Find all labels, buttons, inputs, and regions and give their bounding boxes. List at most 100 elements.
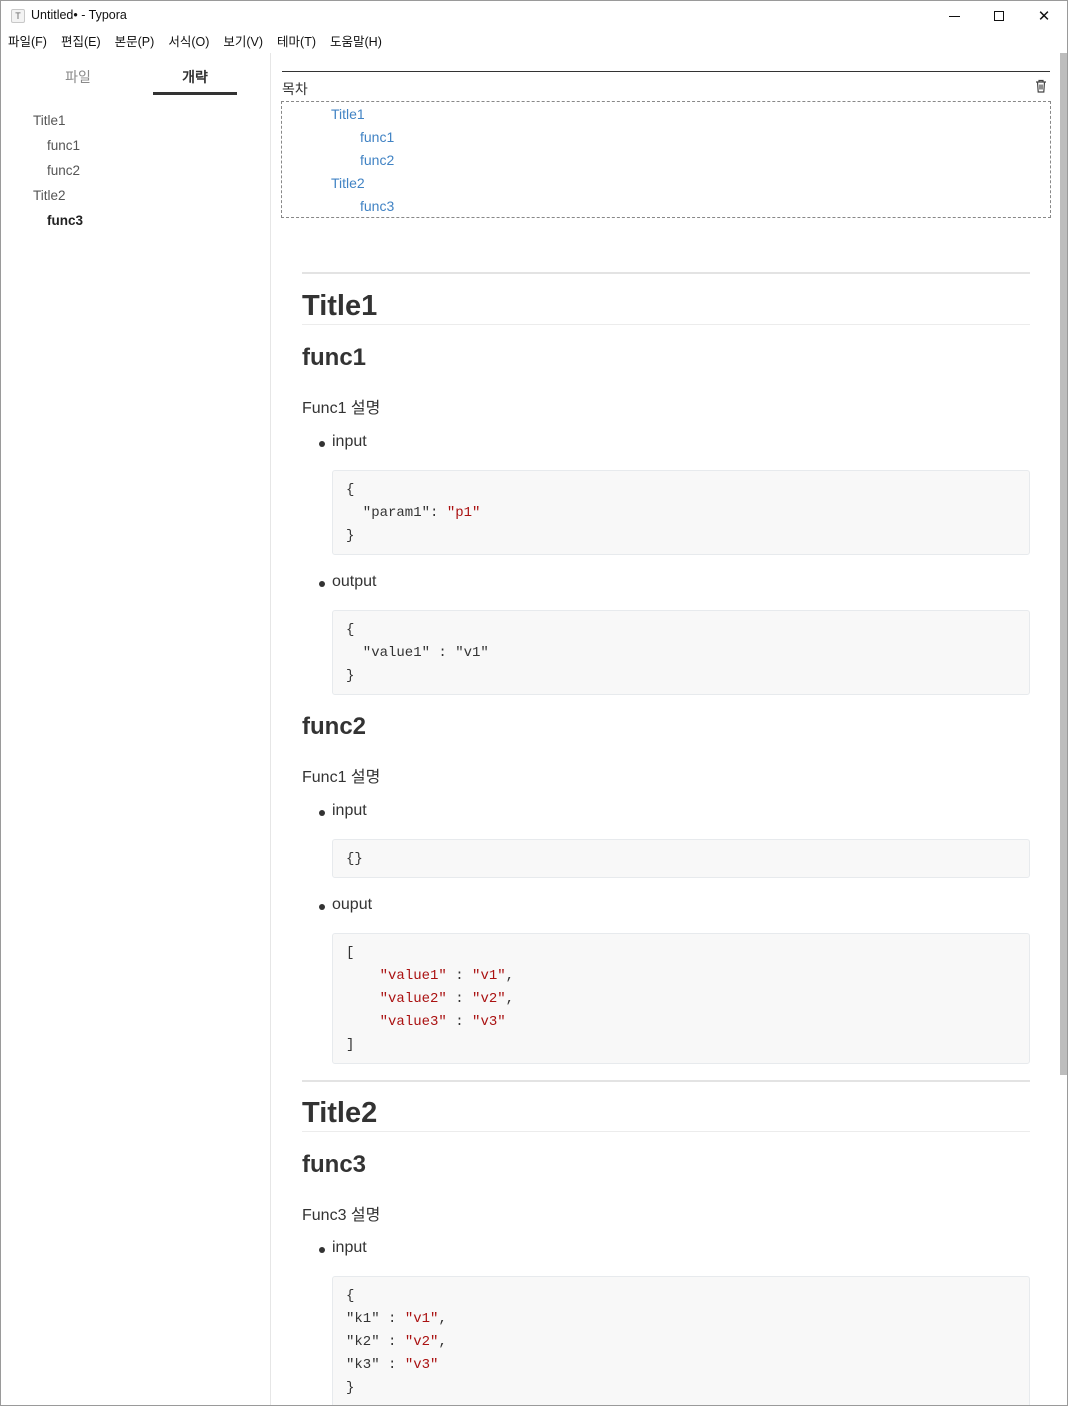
typora-app-icon: T bbox=[11, 9, 25, 23]
code-string: "p1" bbox=[446, 505, 481, 521]
tab-files[interactable]: 파일 bbox=[36, 67, 120, 87]
code-line: "value1" : "v1" bbox=[346, 645, 489, 661]
title-bar: T Untitled• - Typora ✕ bbox=[1, 1, 1067, 31]
tab-outline[interactable]: 개략 bbox=[153, 67, 237, 87]
toc-link-func2[interactable]: func2 bbox=[360, 152, 394, 168]
code-key: "param1" bbox=[346, 505, 431, 521]
code-sep: : bbox=[446, 1014, 473, 1030]
toc-link-func1[interactable]: func1 bbox=[360, 129, 394, 145]
maximize-icon bbox=[994, 11, 1004, 21]
code-line: { bbox=[346, 1288, 355, 1304]
menu-help[interactable]: 도움말(H) bbox=[323, 31, 389, 53]
code-string: "value3" bbox=[379, 1014, 447, 1030]
list-item-input: input bbox=[319, 433, 367, 451]
code-block-func3-input[interactable]: { "k1" : "v1", "k2" : "v2", "k3" : "v3" … bbox=[332, 1276, 1030, 1405]
code-line: } bbox=[346, 668, 355, 684]
code-sep: : bbox=[430, 505, 447, 521]
list-item-label: input bbox=[332, 802, 367, 819]
code-sep: : bbox=[446, 991, 473, 1007]
paragraph-func1-desc: Func1 설명 bbox=[302, 400, 381, 417]
bullet-icon bbox=[319, 810, 325, 816]
code-block-func2-input[interactable]: {} bbox=[332, 839, 1030, 878]
list-item-label: input bbox=[332, 433, 367, 450]
code-line: } bbox=[346, 528, 355, 544]
paragraph-func3-desc: Func3 설명 bbox=[302, 1207, 381, 1224]
outline-item-func1[interactable]: func1 bbox=[47, 138, 80, 153]
window-title: Untitled• - Typora bbox=[31, 8, 127, 22]
bullet-icon bbox=[319, 581, 325, 587]
code-sep: : bbox=[379, 1357, 405, 1373]
toc-box: Title1 func1 func2 Title2 func3 bbox=[281, 101, 1051, 218]
toc-top-rule bbox=[282, 71, 1050, 72]
code-sep: : bbox=[379, 1311, 405, 1327]
toc-link-title2[interactable]: Title2 bbox=[331, 175, 365, 191]
sidebar: 파일 개략 Title1 func1 func2 Title2 func3 bbox=[1, 53, 271, 1405]
minimize-button[interactable] bbox=[931, 1, 977, 31]
bullet-icon bbox=[319, 1247, 325, 1253]
code-key: "k1" bbox=[346, 1311, 380, 1327]
outline-item-func3[interactable]: func3 bbox=[47, 213, 83, 228]
code-string: "value2" bbox=[379, 991, 447, 1007]
code-string: "v3" bbox=[472, 1014, 506, 1030]
menu-edit[interactable]: 편집(E) bbox=[54, 31, 108, 53]
trash-icon[interactable] bbox=[1033, 78, 1049, 94]
list-item-input: input bbox=[319, 1239, 367, 1257]
code-string: "v2" bbox=[472, 991, 506, 1007]
heading-func1: func1 bbox=[302, 344, 367, 371]
heading-title2: Title2 bbox=[302, 1097, 378, 1129]
maximize-button[interactable] bbox=[976, 1, 1022, 31]
active-tab-indicator bbox=[153, 92, 237, 95]
toc-link-title1[interactable]: Title1 bbox=[331, 106, 365, 122]
code-line: { bbox=[346, 482, 355, 498]
scrollbar-thumb[interactable] bbox=[1060, 53, 1067, 1075]
outline-item-func2[interactable]: func2 bbox=[47, 163, 80, 178]
code-key: "k3" bbox=[346, 1357, 380, 1373]
list-item-label: output bbox=[332, 573, 377, 590]
code-punct: , bbox=[438, 1334, 447, 1350]
code-string: "v1" bbox=[472, 968, 506, 984]
menu-themes[interactable]: 테마(T) bbox=[270, 31, 323, 53]
close-button[interactable]: ✕ bbox=[1021, 1, 1067, 31]
list-item-label: input bbox=[332, 1239, 367, 1256]
menu-paragraph[interactable]: 본문(P) bbox=[108, 31, 162, 53]
code-sep: : bbox=[446, 968, 473, 984]
menu-bar: 파일(F) 편집(E) 본문(P) 서식(O) 보기(V) 테마(T) 도움말(… bbox=[1, 31, 389, 53]
code-block-func1-output[interactable]: { "value1" : "v1" } bbox=[332, 610, 1030, 695]
heading-underline bbox=[302, 324, 1030, 325]
editor-area[interactable]: 목차 Title1 func1 func2 Title2 func3 Title… bbox=[272, 53, 1058, 1405]
menu-view[interactable]: 보기(V) bbox=[216, 31, 270, 53]
minimize-icon bbox=[948, 15, 960, 17]
code-block-func2-output[interactable]: [ "value1" : "v1", "value2" : "v2", "val… bbox=[332, 933, 1030, 1064]
horizontal-rule bbox=[302, 1080, 1030, 1082]
bullet-icon bbox=[319, 441, 325, 447]
code-string: "v2" bbox=[404, 1334, 439, 1350]
list-item-output: output bbox=[319, 573, 377, 591]
code-punct: , bbox=[438, 1311, 447, 1327]
menu-format[interactable]: 서식(O) bbox=[161, 31, 216, 53]
code-line: ] bbox=[346, 1037, 355, 1053]
code-string: "value1" bbox=[379, 968, 447, 984]
code-sep: : bbox=[379, 1334, 405, 1350]
list-item-ouput: ouput bbox=[319, 896, 372, 914]
code-key: "k2" bbox=[346, 1334, 380, 1350]
code-line: {} bbox=[346, 851, 363, 867]
bullet-icon bbox=[319, 904, 325, 910]
outline-item-title1[interactable]: Title1 bbox=[33, 113, 66, 128]
paragraph-func2-desc: Func1 설명 bbox=[302, 769, 381, 786]
toc-link-func3[interactable]: func3 bbox=[360, 198, 394, 214]
code-line: [ bbox=[346, 945, 355, 961]
code-line: } bbox=[346, 1380, 355, 1396]
heading-title1: Title1 bbox=[302, 290, 378, 322]
heading-underline bbox=[302, 1131, 1030, 1132]
heading-func2: func2 bbox=[302, 713, 367, 740]
menu-file[interactable]: 파일(F) bbox=[1, 31, 54, 53]
code-string: "v3" bbox=[404, 1357, 439, 1373]
code-block-func1-input[interactable]: { "param1": "p1" } bbox=[332, 470, 1030, 555]
code-line: { bbox=[346, 622, 355, 638]
heading-func3: func3 bbox=[302, 1151, 367, 1178]
list-item-input: input bbox=[319, 802, 367, 820]
outline-item-title2[interactable]: Title2 bbox=[33, 188, 66, 203]
